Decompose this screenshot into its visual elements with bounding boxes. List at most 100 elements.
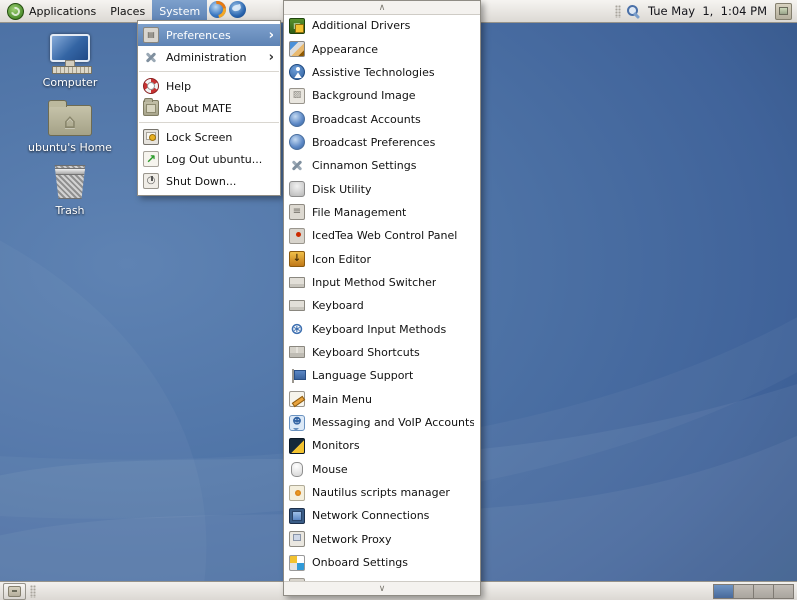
submenu-item-disk-utility[interactable]: Disk Utility [284, 177, 480, 200]
submenu-item-label: Main Menu [312, 392, 372, 406]
submenu-item-monitors[interactable]: Monitors [284, 434, 480, 457]
submenu-item-label: Onboard Settings [312, 556, 409, 570]
desktop-icon-computer[interactable]: Computer [24, 34, 116, 89]
scroll-up-icon: ∧ [378, 2, 386, 13]
launcher-firefox[interactable] [209, 1, 227, 21]
submenu-item-main-menu[interactable]: Main Menu [284, 388, 480, 411]
additional-drivers-icon: ▦ [289, 17, 305, 34]
menu-item-shut-down[interactable]: ○ Shut Down... [138, 170, 280, 192]
submenu-item-keyboard-input-methods[interactable]: ⊛ Keyboard Input Methods [284, 317, 480, 340]
trash-icon [54, 165, 86, 199]
submenu-item-label: Assistive Technologies [312, 65, 435, 79]
broadcast-accounts-icon [289, 111, 305, 128]
menubar: Applications Places System [0, 0, 208, 22]
network-connections-icon [289, 507, 305, 524]
submenu-item-network-connections[interactable]: Network Connections [284, 504, 480, 527]
launcher-thunderbird[interactable] [229, 1, 247, 21]
submenu-item-messaging-and-voip-accounts[interactable]: ☻ Messaging and VoIP Accounts [284, 411, 480, 434]
menu-item-about-mate[interactable]: About MATE [138, 97, 280, 119]
submenu-arrow-icon: › [268, 27, 274, 43]
menu-item-label: About MATE [166, 101, 232, 115]
workspace-1[interactable] [714, 584, 734, 598]
submenu-item-keyboard-shortcuts[interactable]: Keyboard Shortcuts [284, 341, 480, 364]
thunderbird-icon [229, 1, 247, 18]
submenu-item-mouse[interactable]: Mouse [284, 458, 480, 481]
submenu-item-label: IcedTea Web Control Panel [312, 229, 458, 243]
menu-item-log-out[interactable]: ↗ Log Out ubuntu... [138, 148, 280, 170]
cinnamon-settings-icon [289, 158, 305, 174]
trash-rim [54, 168, 86, 175]
submenu-item-broadcast-accounts[interactable]: Broadcast Accounts [284, 107, 480, 130]
submenu-item-label: Nautilus scripts manager [312, 486, 450, 500]
menubar-label: Places [110, 4, 146, 18]
mate-logo-icon [7, 2, 24, 20]
menu-item-lock-screen[interactable]: Lock Screen [138, 126, 280, 148]
administration-icon [143, 49, 159, 65]
submenu-item-onboard-settings[interactable]: Onboard Settings [284, 551, 480, 574]
workspace-2[interactable] [734, 584, 754, 598]
submenu-item-label: Appearance [312, 42, 379, 56]
submenu-item-label: Icon Editor [312, 252, 372, 266]
input-method-switcher-icon [289, 274, 305, 290]
desktop-icon-home[interactable]: ubuntu's Home [24, 99, 116, 154]
network-proxy-icon [289, 531, 305, 548]
menubar-item-system[interactable]: System [152, 0, 208, 22]
submenu-item-network-proxy[interactable]: Network Proxy [284, 528, 480, 551]
submenu-item-language-support[interactable]: Language Support [284, 364, 480, 387]
submenu-item-icon-editor[interactable]: ↓ Icon Editor [284, 247, 480, 270]
menu-item-preferences[interactable]: ▤ Preferences › [138, 24, 280, 46]
tray-search-icon[interactable] [625, 4, 640, 19]
submenu-item-icedtea-web-control-panel[interactable]: IcedTea Web Control Panel [284, 224, 480, 247]
preferences-submenu: ∧ ▦ Additional Drivers Appearance Assistive… [283, 0, 481, 596]
submenu-item-nautilus-scripts-manager[interactable]: Nautilus scripts manager [284, 481, 480, 504]
submenu-item-cinnamon-settings[interactable]: Cinnamon Settings [284, 154, 480, 177]
onboard-settings-icon [289, 554, 305, 571]
icedtea-web-control-panel-icon [289, 227, 305, 244]
workspace-4[interactable] [774, 584, 793, 598]
clock-applet[interactable]: Tue May 1, 1:04 PM [640, 4, 775, 18]
appearance-icon [289, 41, 305, 58]
submenu-item-broadcast-preferences[interactable]: Broadcast Preferences [284, 131, 480, 154]
submenu-item-label: Background Image [312, 89, 416, 103]
tray-desktop-icon[interactable] [775, 2, 792, 20]
menubar-label: System [159, 4, 201, 18]
submenu-item-label: Language Support [312, 369, 414, 383]
submenu-item-input-method-switcher[interactable]: Input Method Switcher [284, 271, 480, 294]
submenu-item-keyboard[interactable]: Keyboard [284, 294, 480, 317]
monitors-icon [289, 437, 305, 454]
tray-drag-handle[interactable] [614, 4, 621, 18]
main-menu-icon [289, 391, 305, 408]
menu-item-label: Help [166, 79, 192, 93]
broadcast-preferences-icon [289, 134, 305, 151]
desktop-icon-label: ubuntu's Home [28, 141, 112, 154]
menu-item-administration[interactable]: Administration › [138, 46, 280, 68]
background-image-icon: ▨ [289, 87, 305, 104]
submenu-item-label: Messaging and VoIP Accounts [312, 416, 474, 430]
bottom-drag-handle[interactable] [30, 584, 36, 598]
submenu-scroll-up[interactable]: ∧ [284, 1, 480, 15]
show-desktop-button[interactable] [3, 582, 26, 600]
submenu-item-label: File Management [312, 205, 407, 219]
submenu-item-label: Network Connections [312, 509, 430, 523]
about-mate-icon [143, 98, 159, 116]
submenu-item-label: Input Method Switcher [312, 275, 437, 289]
system-menu: ▤ Preferences › Administration › Help About MA… [137, 20, 281, 196]
workspace-3[interactable] [754, 584, 774, 598]
menubar-item-applications[interactable]: Applications [0, 0, 103, 22]
desktop-icon-label: Computer [42, 76, 98, 89]
submenu-item-assistive-technologies[interactable]: Assistive Technologies [284, 61, 480, 84]
submenu-item-label: Keyboard Input Methods [312, 322, 447, 336]
menu-item-help[interactable]: Help [138, 75, 280, 97]
menubar-item-places[interactable]: Places [103, 0, 152, 22]
submenu-item-file-management[interactable]: ≡ File Management [284, 201, 480, 224]
desktop-icon-trash[interactable]: Trash [24, 160, 116, 217]
assistive-technologies-icon [289, 64, 305, 81]
home-icon [48, 100, 92, 136]
submenu-item-additional-drivers[interactable]: ▦ Additional Drivers [284, 14, 480, 37]
submenu-item-appearance[interactable]: Appearance [284, 37, 480, 60]
submenu-item-background-image[interactable]: ▨ Background Image [284, 84, 480, 107]
submenu-scroll-down[interactable]: ∨ [284, 581, 480, 595]
nautilus-scripts-manager-icon [289, 484, 305, 501]
menu-item-label: Lock Screen [166, 130, 233, 144]
disk-utility-icon [289, 181, 305, 198]
